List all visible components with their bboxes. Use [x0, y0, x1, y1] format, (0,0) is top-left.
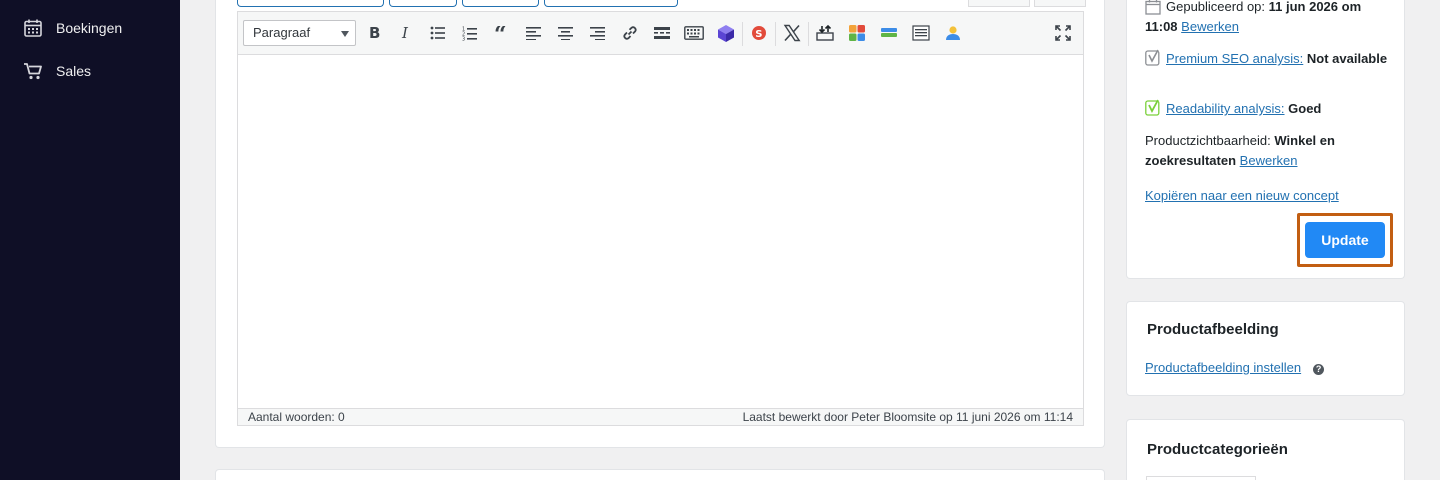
sidebar-item-sales[interactable]: Sales	[22, 59, 91, 83]
sidebar-item-boekingen[interactable]: Boekingen	[22, 16, 122, 40]
align-center-button[interactable]	[555, 22, 577, 44]
edit-date-link[interactable]: Bewerken	[1181, 19, 1239, 34]
toolbar-divider	[775, 22, 776, 46]
cart-icon	[22, 60, 44, 82]
format-select[interactable]: Paragraaf	[243, 20, 356, 46]
readability-analysis-link[interactable]: Readability analysis:	[1166, 101, 1285, 116]
cube-plugin-icon[interactable]	[715, 22, 737, 44]
product-description-box: Paragraaf B I 123 “ S Aantal woorden: 0 …	[215, 0, 1105, 448]
toolbar-toggle-button[interactable]	[683, 22, 705, 44]
align-left-button[interactable]	[523, 22, 545, 44]
svg-text:“: “	[494, 26, 507, 40]
table-plugin-icon[interactable]	[910, 22, 932, 44]
upload-download-icon[interactable]	[814, 22, 836, 44]
svg-text:3: 3	[462, 36, 465, 41]
product-categories-box: Productcategorieën	[1126, 419, 1405, 480]
set-product-image-link[interactable]: Productafbeelding instellen	[1145, 360, 1301, 375]
seo-analysis-link[interactable]: Premium SEO analysis:	[1166, 51, 1303, 66]
toolbar-divider	[742, 22, 743, 46]
editor-statusbar: Aantal woorden: 0 Laatst bewerkt door Pe…	[238, 408, 1083, 425]
last-edited-info: Laatst bewerkt door Peter Bloomsite op 1…	[742, 410, 1073, 424]
toolbar-divider	[808, 22, 809, 46]
product-categories-title: Productcategorieën	[1147, 441, 1288, 458]
svg-text:B: B	[369, 25, 380, 41]
editor-top-button[interactable]	[544, 0, 678, 7]
readability-row: Readability analysis: Goed	[1145, 99, 1390, 119]
user-plugin-icon[interactable]	[942, 22, 964, 44]
copy-row: Kopiëren naar een nieuw concept	[1145, 186, 1390, 206]
word-count: Aantal woorden: 0	[248, 410, 345, 424]
sidebar-item-label: Sales	[56, 63, 92, 79]
link-button[interactable]	[619, 22, 641, 44]
italic-button[interactable]: I	[395, 22, 417, 44]
bold-button[interactable]: B	[363, 22, 385, 44]
blockquote-button[interactable]: “	[491, 22, 513, 44]
calendar-icon	[22, 17, 44, 39]
yoast-seo-icon	[1145, 49, 1161, 67]
color-grid-icon[interactable]	[846, 22, 868, 44]
sidebar-item-label: Boekingen	[56, 20, 123, 36]
x-twitter-icon[interactable]	[781, 22, 803, 44]
product-image-row: Productafbeelding instellen?	[1145, 358, 1390, 378]
next-metabox	[215, 469, 1105, 480]
published-date-row: Gepubliceerd op: 11 jun 2026 om 11:08 Be…	[1145, 0, 1362, 34]
chevron-down-icon	[341, 31, 349, 37]
wysiwyg-editor: Paragraaf B I 123 “ S Aantal woorden: 0 …	[237, 11, 1084, 426]
update-highlight: Update	[1297, 213, 1393, 267]
product-image-box: Productafbeelding Productafbeelding inst…	[1126, 301, 1405, 396]
product-image-title: Productafbeelding	[1147, 321, 1279, 338]
shortcode-plugin-icon[interactable]: S	[748, 22, 770, 44]
editor-top-button[interactable]	[462, 0, 539, 7]
tab-code[interactable]	[1034, 0, 1086, 7]
read-more-button[interactable]	[651, 22, 673, 44]
admin-sidebar: Boekingen Sales	[0, 0, 180, 480]
seo-analysis-row: Premium SEO analysis: Not available	[1145, 49, 1390, 69]
tabs-plugin-icon[interactable]	[878, 22, 900, 44]
editor-content-area[interactable]	[238, 55, 1083, 409]
copy-to-draft-link[interactable]: Kopiëren naar een nieuw concept	[1145, 188, 1339, 203]
numbered-list-button[interactable]: 123	[459, 22, 481, 44]
categories-tab[interactable]	[1146, 476, 1256, 480]
publish-box: Gepubliceerd op: 11 jun 2026 om 11:08 Be…	[1126, 0, 1405, 279]
visibility-row: Productzichtbaarheid: Winkel en zoekresu…	[1145, 133, 1335, 168]
update-button[interactable]: Update	[1305, 222, 1385, 258]
tab-visual[interactable]	[968, 0, 1030, 7]
editor-top-button[interactable]	[389, 0, 457, 7]
align-right-button[interactable]	[587, 22, 609, 44]
edit-visibility-link[interactable]: Bewerken	[1240, 153, 1298, 168]
bullet-list-button[interactable]	[427, 22, 449, 44]
editor-toolbar: Paragraaf B I 123 “ S	[238, 12, 1083, 55]
svg-text:I: I	[401, 25, 409, 41]
help-icon[interactable]: ?	[1313, 363, 1325, 375]
calendar-icon	[1145, 0, 1161, 17]
svg-text:S: S	[755, 29, 762, 40]
yoast-readability-icon	[1145, 99, 1161, 117]
fullscreen-icon[interactable]	[1052, 22, 1074, 44]
editor-top-button[interactable]	[237, 0, 384, 7]
